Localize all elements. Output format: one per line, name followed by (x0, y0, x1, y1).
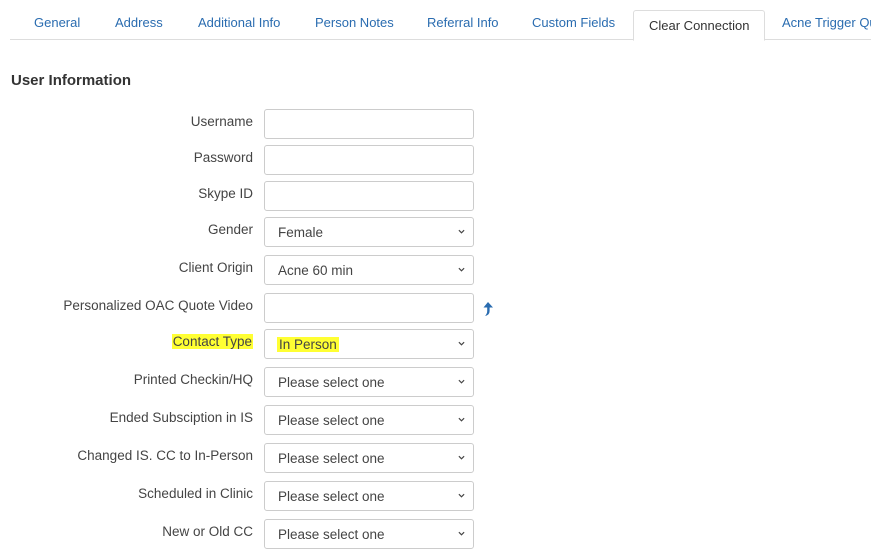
username-label: Username (190, 114, 253, 129)
tab-custom-fields[interactable]: Custom Fields (532, 15, 615, 33)
contact-type-label: Contact Type (171, 334, 253, 349)
new-old-cc-row: New or Old CC Please select one (0, 519, 520, 550)
changed-is-row: Changed IS. CC to In-Person Please selec… (0, 443, 520, 475)
tab-referral-info[interactable]: Referral Info (427, 15, 499, 33)
changed-is-value: Please select one (278, 451, 385, 466)
tab-address[interactable]: Address (115, 15, 163, 33)
chevron-down-icon (458, 455, 465, 460)
username-input[interactable] (264, 109, 474, 139)
tab-clear-connection[interactable]: Clear Connection (633, 10, 766, 41)
chevron-down-icon (458, 379, 465, 384)
changed-is-label: Changed IS. CC to In-Person (77, 448, 253, 463)
gender-select[interactable]: Female (264, 217, 474, 247)
changed-is-select[interactable]: Please select one (264, 443, 474, 473)
scheduled-clinic-row: Scheduled in Clinic Please select one (0, 481, 520, 513)
gender-row: Gender Female (0, 217, 520, 249)
printed-checkin-select[interactable]: Please select one (264, 367, 474, 397)
tab-additional-info[interactable]: Additional Info (198, 15, 280, 33)
contact-type-value: In Person (277, 337, 339, 352)
ended-subscription-select[interactable]: Please select one (264, 405, 474, 435)
new-old-cc-label: New or Old CC (162, 524, 253, 539)
chevron-down-icon (458, 267, 465, 272)
scheduled-clinic-label: Scheduled in Clinic (138, 486, 253, 501)
ended-subscription-value: Please select one (278, 413, 385, 428)
printed-checkin-value: Please select one (278, 375, 385, 390)
chevron-down-icon (458, 417, 465, 422)
ended-subscription-label: Ended Subsciption in IS (109, 410, 253, 425)
client-origin-select[interactable]: Acne 60 min (264, 255, 474, 285)
video-row: Personalized OAC Quote Video (0, 293, 520, 325)
contact-type-select[interactable]: In Person (264, 329, 474, 359)
skype-row: Skype ID (0, 181, 520, 213)
skype-input[interactable] (264, 181, 474, 211)
printed-checkin-label: Printed Checkin/HQ (133, 372, 253, 387)
chevron-down-icon (458, 531, 465, 536)
gender-value: Female (278, 225, 324, 240)
section-title: User Information (11, 72, 132, 89)
tab-person-notes[interactable]: Person Notes (315, 15, 394, 33)
password-label: Password (193, 150, 253, 165)
scheduled-clinic-select[interactable]: Please select one (264, 481, 474, 511)
contact-type-row: Contact Type In Person (0, 329, 520, 361)
ended-subscription-row: Ended Subsciption in IS Please select on… (0, 405, 520, 437)
video-label: Personalized OAC Quote Video (63, 298, 253, 313)
scheduled-clinic-value: Please select one (278, 489, 385, 504)
client-origin-row: Client Origin Acne 60 min (0, 255, 520, 287)
new-old-cc-select[interactable]: Please select one (264, 519, 474, 549)
upload-arrow-icon[interactable] (481, 301, 495, 317)
video-input[interactable] (264, 293, 474, 323)
tab-general[interactable]: General (34, 15, 80, 33)
chevron-down-icon (458, 341, 465, 346)
username-row: Username (0, 109, 520, 141)
client-origin-label: Client Origin (178, 260, 253, 275)
skype-label: Skype ID (198, 186, 253, 201)
gender-label: Gender (207, 222, 253, 237)
printed-checkin-row: Printed Checkin/HQ Please select one (0, 367, 520, 399)
client-origin-value: Acne 60 min (278, 263, 354, 278)
password-row: Password (0, 145, 520, 177)
chevron-down-icon (458, 493, 465, 498)
tab-bar: General Address Additional Info Person N… (10, 0, 871, 41)
tab-acne-trigger[interactable]: Acne Trigger Qu (782, 15, 871, 33)
new-old-cc-value: Please select one (278, 527, 385, 542)
password-input[interactable] (264, 145, 474, 175)
chevron-down-icon (458, 229, 465, 234)
